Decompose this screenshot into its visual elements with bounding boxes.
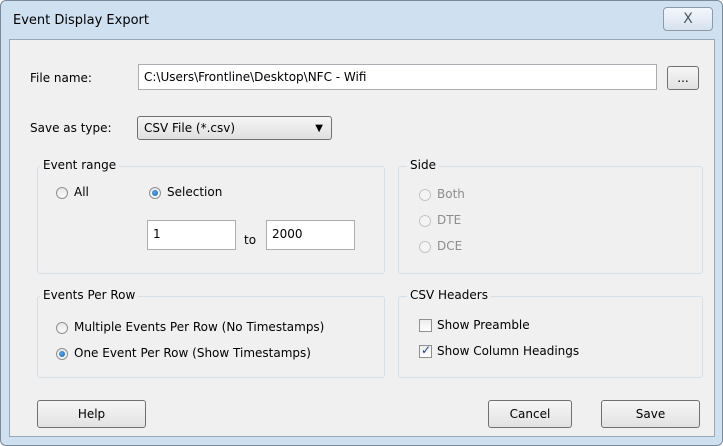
show-column-headings-label: Show Column Headings xyxy=(437,344,580,358)
event-range-title: Event range xyxy=(40,158,120,172)
show-column-headings-checkbox[interactable]: ✓ xyxy=(419,343,432,358)
side-title: Side xyxy=(407,158,439,172)
range-to-label: to xyxy=(244,233,257,247)
save-as-type-value: CSV File (*.csv) xyxy=(144,121,236,135)
show-preamble-checkbox[interactable] xyxy=(419,319,432,332)
save-as-type-select[interactable]: CSV File (*.csv) ▼ xyxy=(137,116,332,140)
one-event-label: One Event Per Row (Show Timestamps) xyxy=(74,346,311,360)
close-button[interactable]: X xyxy=(663,7,713,31)
browse-button[interactable]: ... xyxy=(667,66,699,90)
multiple-events-radio[interactable] xyxy=(56,322,68,334)
selection-radio-label: Selection xyxy=(167,185,223,199)
range-to-input[interactable]: 2000 xyxy=(266,220,355,250)
side-both-radio[interactable] xyxy=(419,189,431,201)
side-dce-radio[interactable] xyxy=(419,241,431,253)
close-icon: X xyxy=(683,11,693,27)
window-title: Event Display Export xyxy=(13,13,149,28)
dropdown-arrow-icon: ▼ xyxy=(315,123,323,134)
events-per-row-title: Events Per Row xyxy=(40,288,139,302)
save-as-type-label: Save as type: xyxy=(30,121,112,135)
events-per-row-group xyxy=(37,296,385,378)
save-button[interactable]: Save xyxy=(601,400,700,428)
dialog-body: File name: C:\Users\Frontline\Desktop\NF… xyxy=(9,39,715,437)
csv-headers-title: CSV Headers xyxy=(407,288,491,302)
csv-headers-group xyxy=(398,296,703,378)
range-from-input[interactable]: 1 xyxy=(147,220,236,250)
side-dce-label: DCE xyxy=(437,239,463,253)
one-event-radio[interactable] xyxy=(56,348,68,360)
show-preamble-label: Show Preamble xyxy=(437,318,530,332)
event-display-export-dialog: Event Display Export X File name: C:\Use… xyxy=(0,0,723,446)
selection-radio[interactable] xyxy=(149,187,161,199)
side-dte-label: DTE xyxy=(437,213,462,227)
side-dte-radio[interactable] xyxy=(419,215,431,227)
file-name-label: File name: xyxy=(30,71,92,85)
checkmark-icon: ✓ xyxy=(421,343,432,357)
help-button[interactable]: Help xyxy=(37,400,146,428)
cancel-button[interactable]: Cancel xyxy=(488,400,572,428)
all-radio-label: All xyxy=(74,185,89,199)
file-name-input[interactable]: C:\Users\Frontline\Desktop\NFC - Wifi xyxy=(138,64,657,90)
multiple-events-label: Multiple Events Per Row (No Timestamps) xyxy=(74,320,325,334)
title-bar: Event Display Export X xyxy=(1,1,722,37)
all-radio[interactable] xyxy=(56,187,68,199)
side-both-label: Both xyxy=(437,187,465,201)
